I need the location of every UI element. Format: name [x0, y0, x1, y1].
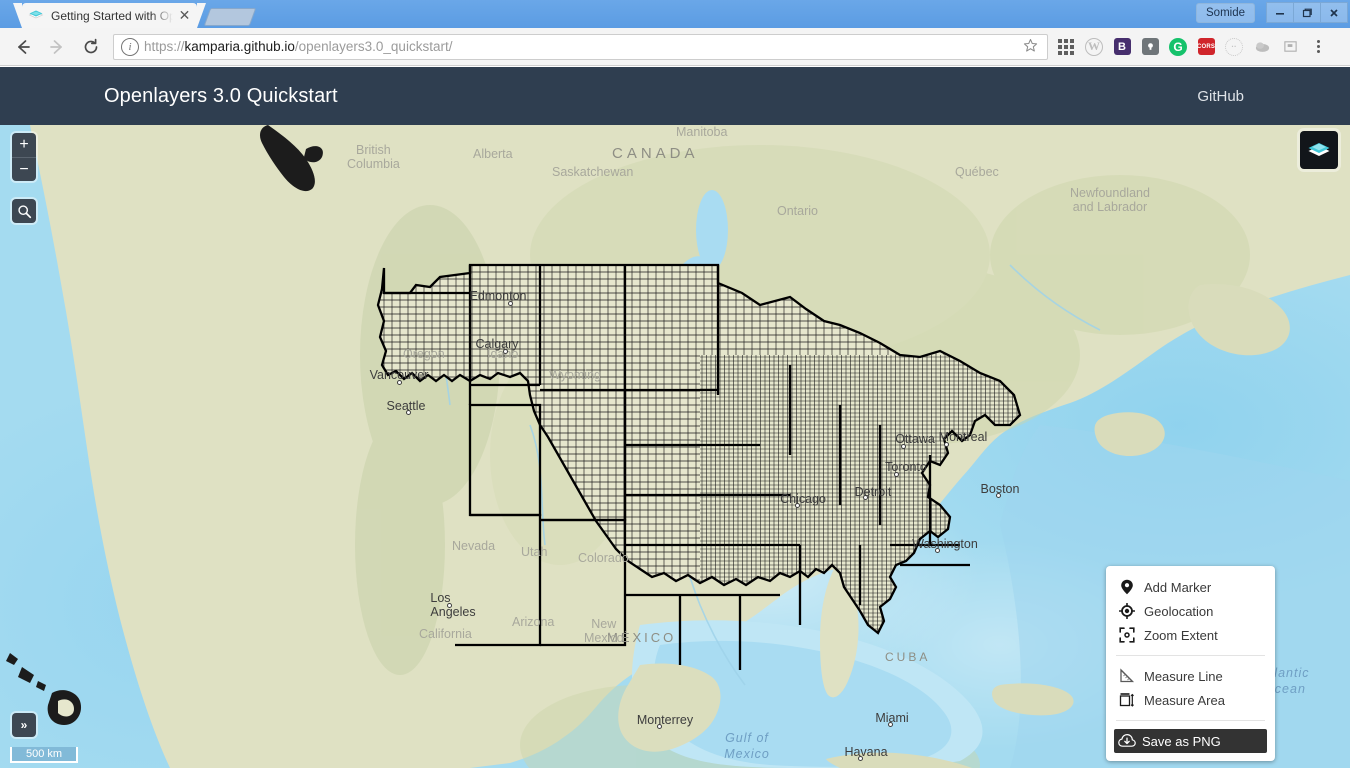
geolocation-icon — [1118, 603, 1136, 619]
map-city-dot — [894, 472, 899, 477]
zoom-in-button[interactable]: + — [12, 133, 36, 157]
cloud-icon[interactable] — [1248, 33, 1276, 61]
close-window-button[interactable] — [1320, 2, 1348, 23]
map-city-dot — [508, 301, 513, 306]
map-city-dot — [863, 495, 868, 500]
expand-controls-button[interactable]: » — [12, 713, 36, 737]
extension-tray: W B G CORS ·· — [1052, 33, 1332, 61]
menu-item-label: Geolocation — [1144, 603, 1214, 619]
map-city-dot — [406, 410, 411, 415]
menu-item-measure-line[interactable]: Measure Line — [1106, 664, 1275, 688]
measure-line-icon — [1118, 668, 1136, 684]
chrome-menu-icon[interactable] — [1304, 33, 1332, 61]
wordpress-icon[interactable]: W — [1080, 33, 1108, 61]
menu-item-label: Measure Area — [1144, 692, 1225, 708]
search-icon[interactable] — [12, 199, 36, 223]
maximize-button[interactable] — [1293, 2, 1321, 23]
site-info-icon[interactable]: i — [121, 37, 139, 56]
grammarly-icon[interactable]: G — [1164, 33, 1192, 61]
map-city-dot — [888, 722, 893, 727]
forward-icon[interactable] — [43, 33, 71, 61]
openlayers-favicon-icon — [28, 8, 44, 24]
menu-item-save-as-png[interactable]: Save as PNG — [1114, 729, 1267, 753]
tool-group-2: Measure Line Measure Area — [1106, 664, 1275, 712]
menu-item-geolocation[interactable]: Geolocation — [1106, 599, 1275, 623]
zoom-out-button[interactable]: − — [12, 157, 36, 181]
map-city-dot — [858, 756, 863, 761]
profile-chip[interactable]: Somide — [1196, 3, 1255, 23]
site-header: Openlayers 3.0 Quickstart GitHub — [0, 67, 1350, 125]
address-bar[interactable]: i https://kamparia.github.io/openlayers3… — [113, 33, 1048, 60]
menu-item-label: Measure Line — [1144, 668, 1223, 684]
profile-name: Somide — [1206, 7, 1245, 19]
menu-item-label: Zoom Extent — [1144, 627, 1218, 643]
menu-separator — [1116, 655, 1265, 656]
new-tab-button[interactable] — [203, 8, 257, 26]
measure-area-icon — [1118, 692, 1136, 708]
bookmark-star-icon[interactable] — [1023, 38, 1043, 56]
alaska-outline — [260, 125, 323, 192]
scale-label: 500 km — [25, 748, 63, 760]
url-host: kamparia.github.io — [184, 39, 295, 54]
url-scheme: https:// — [144, 39, 185, 54]
tab-strip: Getting Started with Ope ✕ Somide — [0, 0, 1350, 28]
map-city-dot — [657, 724, 662, 729]
page-title: Openlayers 3.0 Quickstart — [104, 84, 338, 107]
menu-item-label: Add Marker — [1144, 579, 1212, 595]
map-tools-menu[interactable]: Add Marker Geolocation Zoom Extent Measu… — [1106, 566, 1275, 761]
lightbulb-note-icon[interactable] — [1136, 33, 1164, 61]
menu-item-label: Save as PNG — [1142, 733, 1221, 749]
browser-window: Getting Started with Ope ✕ Somide i http… — [0, 0, 1350, 768]
minimize-button[interactable] — [1266, 2, 1294, 23]
apps-grid-icon[interactable] — [1052, 33, 1080, 61]
back-icon[interactable] — [9, 33, 37, 61]
map-viewport[interactable]: CANADA MÉXICO CUBA British Columbia Alberta S… — [0, 125, 1350, 768]
close-icon[interactable]: ✕ — [177, 8, 192, 23]
menu-item-add-marker[interactable]: Add Marker — [1106, 575, 1275, 599]
url-path: /openlayers3.0_quickstart/ — [294, 39, 453, 54]
tab-title: Getting Started with Ope — [51, 8, 173, 23]
map-city-dot — [944, 442, 949, 447]
reload-icon[interactable] — [77, 33, 105, 61]
tool-group-1: Add Marker Geolocation Zoom Extent — [1106, 575, 1275, 647]
bootstrap-icon[interactable]: B — [1108, 33, 1136, 61]
menu-item-zoom-extent[interactable]: Zoom Extent — [1106, 623, 1275, 647]
dotted-circle-icon[interactable]: ·· — [1220, 33, 1248, 61]
menu-separator — [1116, 720, 1265, 721]
map-marker-icon — [1118, 579, 1136, 595]
map-city-dot — [795, 503, 800, 508]
window-controls — [1266, 2, 1348, 23]
scale-line: 500 km — [10, 747, 78, 763]
map-city-dot — [447, 603, 452, 608]
map-city-dot — [397, 380, 402, 385]
menu-item-measure-area[interactable]: Measure Area — [1106, 688, 1275, 712]
map-city-dot — [503, 349, 508, 354]
download-cloud-icon — [1118, 733, 1136, 749]
map-city-dot — [996, 493, 1001, 498]
github-link[interactable]: GitHub — [1197, 88, 1244, 105]
zoom-control-group: + − — [12, 133, 36, 181]
flag-tab-icon[interactable] — [1276, 33, 1304, 61]
map-city-dot — [901, 444, 906, 449]
zoom-extent-icon — [1118, 627, 1136, 643]
url-text: https://kamparia.github.io/openlayers3.0… — [144, 39, 452, 54]
cors-toggle-icon[interactable]: CORS — [1192, 33, 1220, 61]
map-city-dot — [935, 548, 940, 553]
openlayers-logo-icon[interactable] — [1300, 131, 1338, 169]
browser-toolbar: i https://kamparia.github.io/openlayers3… — [0, 28, 1350, 66]
browser-tab[interactable]: Getting Started with Ope ✕ — [13, 3, 206, 28]
